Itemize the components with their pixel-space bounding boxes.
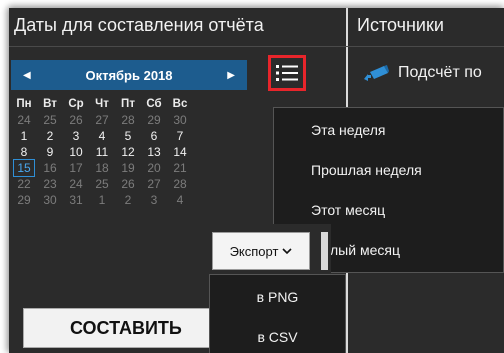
calendar-day[interactable]: 22 bbox=[13, 176, 35, 192]
calendar-day[interactable]: 7 bbox=[169, 128, 191, 144]
calendar-day[interactable]: 1 bbox=[13, 128, 35, 144]
calendar-day[interactable]: 26 bbox=[65, 112, 87, 128]
calendar-day[interactable]: 31 bbox=[65, 192, 87, 208]
weekday-label: Сб bbox=[146, 98, 162, 110]
calendar-day[interactable]: 24 bbox=[65, 176, 87, 192]
weekday-label: Вс bbox=[172, 98, 188, 110]
export-scrollbar[interactable] bbox=[321, 232, 328, 270]
weekday-label: Пт bbox=[121, 98, 135, 110]
weekday-label: Чт bbox=[95, 98, 109, 110]
calendar-week: 8 9 10 11 12 13 14 bbox=[9, 144, 249, 160]
calendar-week: 15 16 17 18 19 20 21 bbox=[9, 159, 249, 177]
dates-panel-title: Даты для составления отчёта bbox=[14, 15, 264, 35]
calendar-day[interactable]: 13 bbox=[143, 144, 165, 160]
month-label: Октябрь 2018 bbox=[85, 67, 173, 83]
calendar-day[interactable]: 19 bbox=[117, 160, 139, 176]
calendar-day[interactable]: 27 bbox=[143, 176, 165, 192]
source-item[interactable]: Подсчёт по bbox=[363, 64, 482, 82]
calendar-week: 1 2 3 4 5 6 7 bbox=[9, 128, 249, 144]
weekday-header: Пн Вт Ср Чт Пт Сб Вс bbox=[9, 96, 249, 112]
export-png-item[interactable]: в PNG bbox=[210, 289, 345, 305]
calendar-day[interactable]: 2 bbox=[39, 128, 61, 144]
calendar-day[interactable]: 20 bbox=[143, 160, 165, 176]
build-report-button[interactable]: СОСТАВИТЬ bbox=[23, 308, 233, 348]
calendar-day[interactable]: 1 bbox=[91, 192, 113, 208]
calendar-day[interactable]: 28 bbox=[169, 176, 191, 192]
export-dropdown-button[interactable]: Экспорт bbox=[212, 232, 310, 270]
range-item-last-week[interactable]: Прошлая неделя bbox=[311, 162, 422, 178]
calendar-day[interactable]: 8 bbox=[13, 144, 35, 160]
calendar-day[interactable]: 21 bbox=[169, 160, 191, 176]
calendar-day[interactable]: 17 bbox=[65, 160, 87, 176]
calendar-day[interactable]: 26 bbox=[117, 176, 139, 192]
calendar-week: 29 30 31 1 2 3 4 bbox=[9, 192, 249, 208]
range-item-this-month[interactable]: Этот месяц bbox=[311, 202, 385, 218]
calendar-day-today[interactable]: 15 bbox=[13, 159, 35, 177]
calendar-grid: Пн Вт Ср Чт Пт Сб Вс 24 25 26 27 28 29 3… bbox=[9, 96, 249, 208]
calendar-week: 22 23 24 25 26 27 28 bbox=[9, 176, 249, 192]
calendar-day[interactable]: 29 bbox=[13, 192, 35, 208]
calendar-day[interactable]: 30 bbox=[39, 192, 61, 208]
report-window: Даты для составления отчёта ◀ Октябрь 20… bbox=[9, 8, 504, 353]
calendar-day[interactable]: 10 bbox=[65, 144, 87, 160]
header-rule bbox=[9, 46, 504, 47]
sources-panel-title: Источники bbox=[357, 15, 444, 35]
export-csv-item[interactable]: в CSV bbox=[210, 329, 345, 345]
calendar-day[interactable]: 18 bbox=[91, 160, 113, 176]
range-item-this-week[interactable]: Эта неделя bbox=[311, 122, 385, 138]
calendar-day[interactable]: 29 bbox=[143, 112, 165, 128]
camera-icon bbox=[364, 65, 389, 81]
prev-month-icon[interactable]: ◀ bbox=[23, 70, 31, 81]
calendar-day[interactable]: 25 bbox=[91, 176, 113, 192]
calendar-day[interactable]: 6 bbox=[143, 128, 165, 144]
calendar-day[interactable]: 3 bbox=[143, 192, 165, 208]
source-label: Подсчёт по bbox=[398, 64, 482, 81]
calendar-day[interactable]: 25 bbox=[39, 112, 61, 128]
calendar-day[interactable]: 12 bbox=[117, 144, 139, 160]
chevron-down-icon bbox=[282, 248, 292, 255]
export-menu: в PNG в CSV bbox=[209, 274, 346, 353]
calendar-day[interactable]: 9 bbox=[39, 144, 61, 160]
next-month-icon[interactable]: ▶ bbox=[227, 70, 235, 81]
list-icon bbox=[276, 65, 298, 81]
month-navigator: ◀ Октябрь 2018 ▶ bbox=[11, 60, 247, 90]
calendar-day[interactable]: 4 bbox=[169, 192, 191, 208]
weekday-label: Пн bbox=[16, 98, 32, 110]
calendar-day[interactable]: 3 bbox=[65, 128, 87, 144]
calendar-day[interactable]: 24 bbox=[13, 112, 35, 128]
calendar-day[interactable]: 5 bbox=[117, 128, 139, 144]
calendar-day[interactable]: 23 bbox=[39, 176, 61, 192]
weekday-label: Вт bbox=[43, 98, 57, 110]
calendar-day[interactable]: 27 bbox=[91, 112, 113, 128]
calendar-day[interactable]: 16 bbox=[39, 160, 61, 176]
calendar-day[interactable]: 30 bbox=[169, 112, 191, 128]
preset-ranges-button[interactable] bbox=[268, 55, 306, 91]
export-label: Экспорт bbox=[229, 243, 279, 259]
weekday-label: Ср bbox=[68, 98, 84, 110]
calendar-day[interactable]: 2 bbox=[117, 192, 139, 208]
calendar-day[interactable]: 14 bbox=[169, 144, 191, 160]
calendar-day[interactable]: 11 bbox=[91, 144, 113, 160]
calendar-day[interactable]: 4 bbox=[91, 128, 113, 144]
calendar-week: 24 25 26 27 28 29 30 bbox=[9, 112, 249, 128]
calendar-day[interactable]: 28 bbox=[117, 112, 139, 128]
